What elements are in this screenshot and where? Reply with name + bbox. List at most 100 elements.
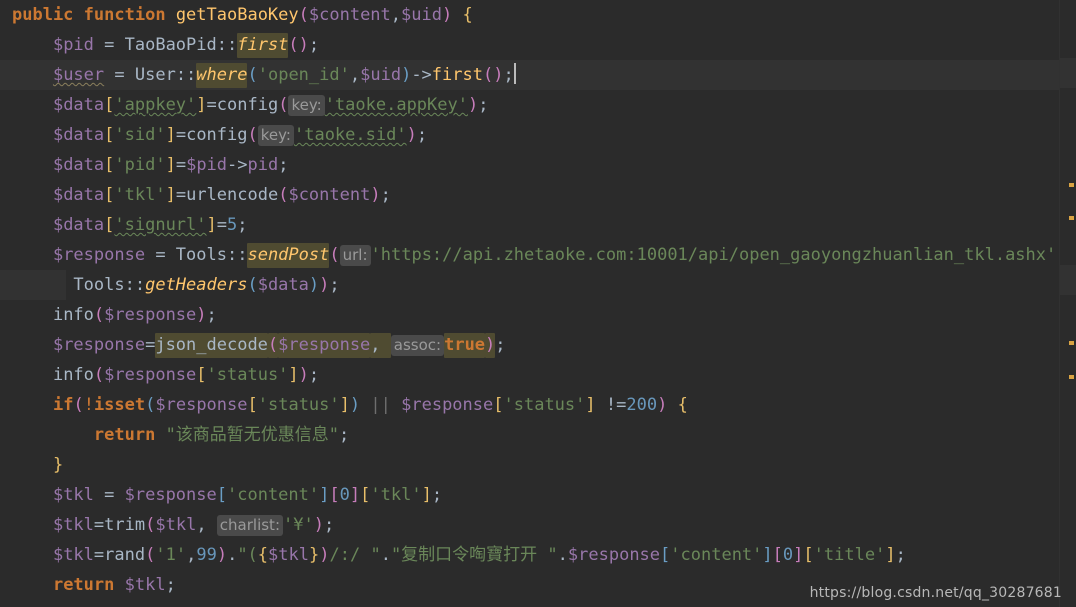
highlighted-token: true: [444, 333, 486, 358]
code-line[interactable]: public function getTaoBaoKey($content,$u…: [0, 0, 1060, 30]
code-line[interactable]: info($response['status']);: [0, 360, 1060, 390]
code-token: ]: [793, 545, 804, 565]
code-line[interactable]: $tkl=rand('1',99)."({$tkl})/:/ "."复制口令啕寶…: [0, 540, 1060, 570]
highlighted-token: (: [267, 333, 279, 358]
code-token: ;: [165, 575, 176, 595]
code-line[interactable]: $tkl = $response['content'][0]['tkl'];: [0, 480, 1060, 510]
code-line[interactable]: $user = User::where('open_id',$uid)->fir…: [0, 60, 1060, 90]
code-token: ->: [227, 155, 248, 175]
code-line[interactable]: return "该商品暂无优惠信息";: [0, 420, 1060, 450]
code-token: $tkl: [155, 515, 197, 535]
code-token: 0: [339, 485, 350, 505]
code-editor[interactable]: public function getTaoBaoKey($content,$u…: [0, 0, 1076, 607]
code-token: [: [104, 125, 115, 145]
code-token: ;: [323, 515, 335, 535]
code-token: User: [134, 65, 176, 85]
code-token: info: [52, 365, 94, 385]
code-token: ): [319, 545, 330, 565]
code-token: (: [288, 35, 299, 55]
code-token: 'title': [813, 545, 886, 565]
code-token: [: [329, 485, 340, 505]
code-token: ;: [431, 485, 443, 505]
code-token: ): [196, 305, 207, 325]
code-line[interactable]: if(!isset($response['status']) || $respo…: [0, 390, 1060, 420]
code-token: $response: [567, 545, 661, 565]
code-token: ): [298, 35, 309, 55]
code-line[interactable]: $data['pid']=$pid->pid;: [0, 150, 1060, 180]
code-token: $tkl: [268, 545, 309, 565]
gutter-current-line-band: [1060, 265, 1076, 295]
code-token: first: [431, 65, 483, 85]
code-line[interactable]: info($response);: [0, 300, 1060, 330]
code-text-area[interactable]: public function getTaoBaoKey($content,$u…: [0, 0, 1060, 607]
code-line[interactable]: $data['appkey']=config(key:'taoke.appKey…: [0, 90, 1060, 120]
gutter-warning-marker[interactable]: [1069, 183, 1074, 187]
gutter-warning-marker[interactable]: [1069, 341, 1074, 345]
code-line[interactable]: $data['sid']=config(key:'taoke.sid');: [0, 120, 1060, 150]
code-token: ;: [308, 365, 320, 385]
code-line[interactable]: $response=json_decode($response, assoc: t…: [0, 330, 1060, 360]
code-token: isset: [93, 395, 146, 415]
code-token: ): [370, 185, 381, 205]
code-token: =: [206, 95, 217, 115]
code-token: $uid: [401, 5, 442, 25]
code-token: $data: [52, 125, 105, 145]
code-token: $pid: [186, 155, 228, 175]
code-token: ;: [495, 335, 506, 355]
code-token: [: [493, 395, 504, 415]
code-token: ;: [478, 95, 489, 115]
code-token: (: [482, 65, 494, 85]
code-token: ;: [503, 65, 514, 85]
code-token: $pid: [52, 35, 94, 55]
code-line[interactable]: $data['tkl']=urlencode($content);: [0, 180, 1060, 210]
code-token: [: [104, 215, 115, 235]
code-line[interactable]: }: [0, 450, 1060, 480]
code-token: ): [298, 365, 309, 385]
code-token: ): [401, 65, 412, 85]
code-line[interactable]: $data['signurl']=5;: [0, 210, 1060, 240]
code-token: config: [216, 95, 279, 115]
code-token: 'sid': [114, 125, 166, 145]
code-token: (: [278, 185, 289, 205]
code-token: $data: [52, 185, 105, 205]
code-token: ::: [216, 35, 238, 55]
code-token: $response: [124, 485, 217, 505]
code-token: !=: [595, 395, 627, 415]
code-token: $content: [308, 5, 391, 25]
highlighted-token: where: [196, 63, 248, 88]
gutter-current-line-band: [1060, 58, 1076, 88]
code-token: ): [493, 65, 504, 85]
code-token: $tkl: [52, 545, 94, 565]
code-token: =: [145, 245, 176, 265]
code-token: .: [557, 545, 568, 565]
code-line[interactable]: $tkl=trim($tkl, charlist: '¥');: [0, 510, 1060, 540]
spellcheck-token: $user: [52, 65, 105, 85]
code-token: $response: [104, 305, 197, 325]
code-line[interactable]: Tools::getHeaders($data));: [0, 270, 1060, 300]
code-token: 'content': [227, 485, 320, 505]
code-token: (: [247, 65, 258, 85]
code-token: (: [298, 5, 309, 25]
code-line[interactable]: $pid = TaoBaoPid::first();: [0, 30, 1060, 60]
code-token: (: [93, 305, 105, 325]
gutter-warning-marker[interactable]: [1069, 216, 1074, 220]
marker-gutter-scrollbar[interactable]: [1059, 0, 1076, 607]
code-token: /:/ ": [329, 545, 381, 565]
code-token: ::: [124, 275, 146, 295]
code-token: (: [93, 365, 105, 385]
spellcheck-token: 'taoke.appKey': [324, 95, 468, 115]
code-token: ): [319, 275, 330, 295]
gutter-warning-marker[interactable]: [1069, 375, 1074, 379]
code-token: ]: [288, 365, 299, 385]
code-token: ;: [308, 35, 320, 55]
code-token: getHeaders: [145, 275, 248, 295]
watermark-url: https://blog.csdn.net/qq_30287681: [809, 585, 1062, 601]
code-line[interactable]: $response = Tools::sendPost(url:'https:/…: [0, 240, 1060, 270]
